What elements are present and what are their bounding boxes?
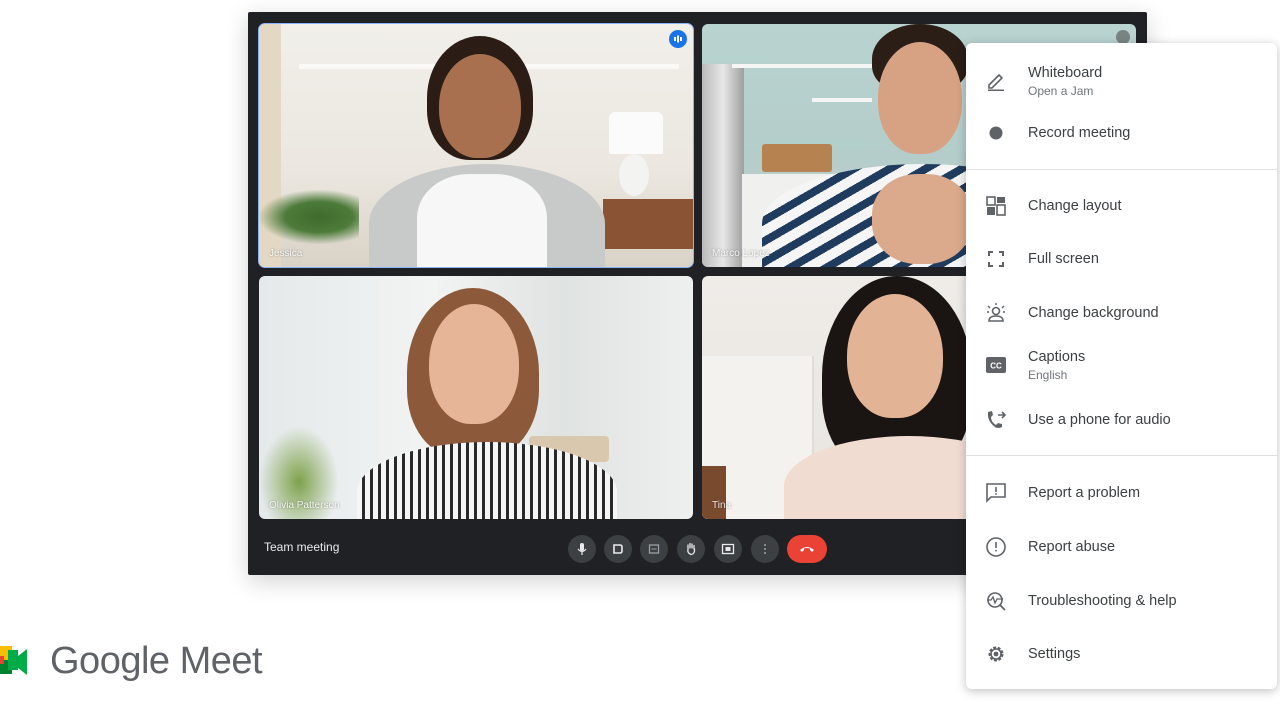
menu-item-troubleshooting[interactable]: Troubleshooting & help bbox=[966, 589, 1277, 613]
participant-name: Tina bbox=[712, 500, 732, 511]
meeting-title: Team meeting bbox=[264, 540, 340, 554]
phone-forward-icon bbox=[984, 408, 1008, 432]
menu-item-phone-audio[interactable]: Use a phone for audio bbox=[966, 408, 1277, 432]
speaking-indicator-icon bbox=[669, 30, 687, 48]
menu-item-label: Settings bbox=[1028, 646, 1081, 662]
camera-icon bbox=[613, 544, 623, 554]
troubleshoot-icon bbox=[984, 589, 1008, 613]
menu-item-label: Use a phone for audio bbox=[1028, 412, 1171, 428]
menu-item-sublabel: Open a Jam bbox=[1028, 83, 1094, 98]
camera-button[interactable] bbox=[604, 535, 632, 563]
more-vert-icon bbox=[764, 544, 766, 554]
menu-item-label: Change background bbox=[1028, 305, 1159, 321]
google-meet-brand: Google Meet bbox=[0, 640, 263, 683]
google-meet-logo-icon bbox=[0, 642, 28, 682]
menu-item-full-screen[interactable]: Full screen bbox=[966, 247, 1277, 271]
menu-item-label: Whiteboard bbox=[1028, 64, 1103, 81]
present-button[interactable] bbox=[714, 535, 742, 563]
record-dot-icon bbox=[984, 121, 1008, 145]
brand-name: Google Meet bbox=[50, 640, 263, 682]
menu-item-label: Change layout bbox=[1028, 198, 1122, 214]
participant-tile[interactable]: Jessica bbox=[258, 23, 694, 268]
menu-item-label: Full screen bbox=[1028, 251, 1099, 267]
menu-item-settings[interactable]: Settings bbox=[966, 642, 1277, 666]
gear-icon bbox=[984, 642, 1008, 666]
menu-divider bbox=[966, 455, 1277, 456]
menu-item-report-abuse[interactable]: Report abuse bbox=[966, 535, 1277, 559]
muted-icon bbox=[1116, 30, 1130, 44]
menu-item-report-problem[interactable]: Report a problem bbox=[966, 481, 1277, 505]
mic-button[interactable] bbox=[568, 535, 596, 563]
background-person-icon bbox=[984, 301, 1008, 325]
menu-item-captions[interactable]: CC Captions English bbox=[966, 345, 1277, 385]
captions-button[interactable] bbox=[640, 535, 668, 563]
feedback-icon bbox=[984, 481, 1008, 505]
menu-divider bbox=[966, 169, 1277, 170]
participant-name: Marco Lopez bbox=[712, 248, 770, 259]
end-call-icon bbox=[800, 547, 814, 552]
cc-icon: CC bbox=[984, 353, 1008, 377]
captions-icon bbox=[648, 544, 660, 554]
participant-name: Jessica bbox=[269, 248, 303, 259]
menu-item-label: Captions bbox=[1028, 348, 1086, 365]
more-options-menu: Whiteboard Open a Jam Record meeting Cha… bbox=[966, 43, 1277, 689]
fullscreen-icon bbox=[984, 247, 1008, 271]
microphone-icon bbox=[577, 543, 587, 555]
alert-circle-icon bbox=[984, 535, 1008, 559]
more-options-button[interactable] bbox=[751, 535, 779, 563]
menu-item-change-background[interactable]: Change background bbox=[966, 301, 1277, 325]
svg-text:CC: CC bbox=[990, 362, 1002, 371]
participant-name: Olivia Patterson bbox=[269, 500, 340, 511]
hand-icon bbox=[687, 542, 696, 556]
menu-item-whiteboard[interactable]: Whiteboard Open a Jam bbox=[966, 61, 1277, 101]
pencil-icon bbox=[984, 69, 1008, 93]
menu-item-label: Troubleshooting & help bbox=[1028, 593, 1177, 609]
menu-item-change-layout[interactable]: Change layout bbox=[966, 194, 1277, 218]
layout-icon bbox=[984, 194, 1008, 218]
menu-item-label: Report a problem bbox=[1028, 485, 1141, 501]
raise-hand-button[interactable] bbox=[677, 535, 705, 563]
menu-item-label: Report abuse bbox=[1028, 539, 1116, 555]
menu-item-sublabel: English bbox=[1028, 367, 1068, 382]
menu-item-label: Record meeting bbox=[1028, 125, 1131, 141]
menu-item-record-meeting[interactable]: Record meeting bbox=[966, 121, 1277, 145]
participant-tile[interactable]: Olivia Patterson bbox=[259, 276, 693, 519]
leave-call-button[interactable] bbox=[787, 535, 827, 563]
present-screen-icon bbox=[721, 543, 735, 555]
